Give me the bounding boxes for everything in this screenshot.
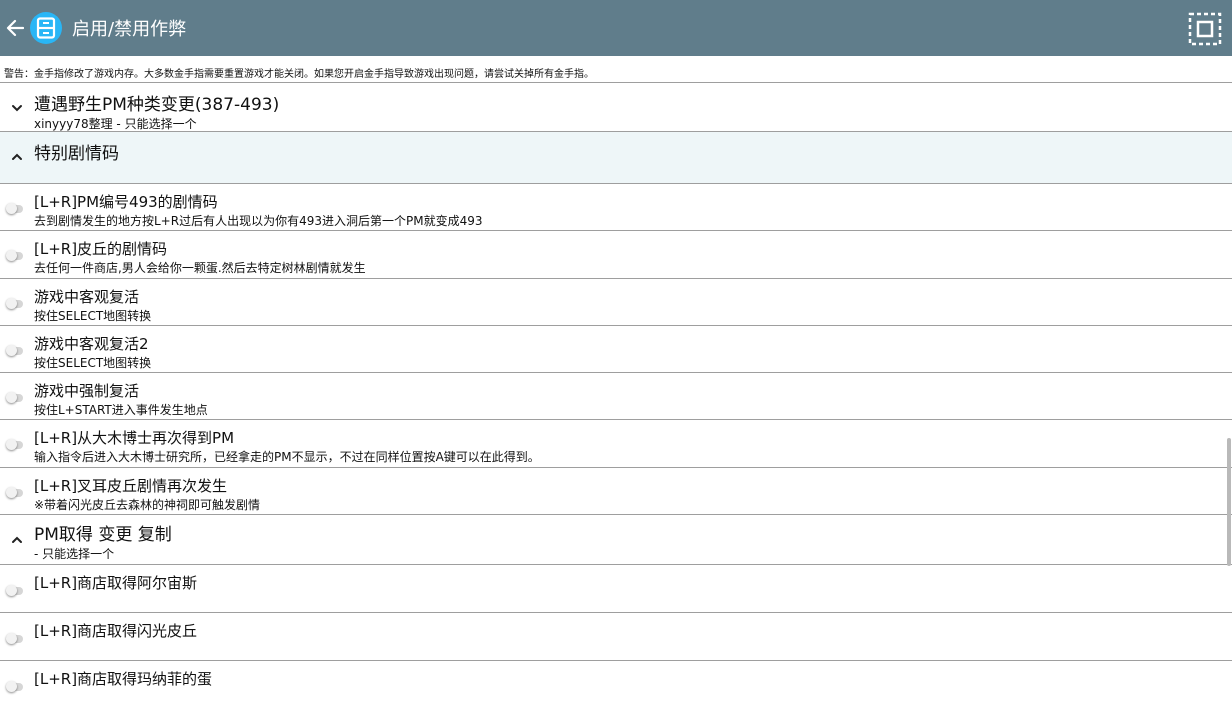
app-bar: 启用/禁用作弊 [0,0,1232,56]
group-title: 特别剧情码 [34,144,119,164]
group-subtitle: xinyyy78整理 - 只能选择一个 [34,117,197,131]
cheat-title: [L+R]商店取得玛纳菲的蛋 [34,670,213,688]
cheat-item[interactable]: 游戏中客观复活2 按住SELECT地图转换 [0,326,1232,373]
cheat-item[interactable]: 游戏中强制复活 按住L+START进入事件发生地点 [0,373,1232,420]
cheat-item[interactable]: [L+R]从大木博士再次得到PM 输入指令后进入大木博士研究所，已经拿走的PM不… [0,420,1232,468]
cheat-description: 按住SELECT地图转换 [34,356,152,370]
cheat-item[interactable]: [L+R]叉耳皮丘剧情再次发生 ※带着闪光皮丘去森林的神祠即可触发剧情 [0,468,1232,515]
cheat-title: 游戏中客观复活 [34,288,140,306]
group-title: 遭遇野生PM种类变更(387-493) [34,95,280,115]
cheat-title: [L+R]叉耳皮丘剧情再次发生 [34,477,228,495]
cheat-toggle[interactable] [6,203,23,214]
group-title: PM取得 变更 复制 [34,525,172,545]
cheat-title: [L+R]皮丘的剧情码 [34,240,168,258]
cheat-toggle[interactable] [6,250,23,261]
chevron-down-icon [12,105,22,112]
group-subtitle: - 只能选择一个 [34,547,115,561]
cheat-description: 输入指令后进入大木博士研究所，已经拿走的PM不显示，不过在同样位置按A键可以在此… [34,450,540,464]
cheat-toggle[interactable] [6,585,23,596]
cheat-description: 去到剧情发生的地方按L+R过后有人出现以为你有493进入洞后第一个PM就变成49… [34,214,483,228]
cheat-item[interactable]: [L+R]商店取得闪光皮丘 [0,613,1232,661]
fullscreen-icon[interactable] [1188,12,1222,46]
scrollbar[interactable] [1227,438,1231,566]
cheat-title: [L+R]PM编号493的剧情码 [34,193,218,211]
arrow-left-icon[interactable] [2,0,28,56]
cheat-description: 去任何一件商店,男人会给你一颗蛋.然后去特定树林剧情就发生 [34,261,366,275]
cheat-toggle[interactable] [6,298,23,309]
page-title: 启用/禁用作弊 [72,19,187,40]
cheat-group-header[interactable]: 特别剧情码 [0,132,1232,184]
cheat-title: 游戏中强制复活 [34,382,140,400]
cheat-title: [L+R]商店取得阿尔宙斯 [34,574,198,592]
cheat-item[interactable]: [L+R]商店取得玛纳菲的蛋 [0,661,1232,709]
cheat-toggle[interactable] [6,439,23,450]
cheat-group-header[interactable]: PM取得 变更 复制 - 只能选择一个 [0,515,1232,565]
cheat-description: 按住SELECT地图转换 [34,309,152,323]
cheat-title: [L+R]商店取得闪光皮丘 [34,622,198,640]
cheat-title: 游戏中客观复活2 [34,335,149,353]
cheat-title: [L+R]从大木博士再次得到PM [34,429,235,447]
cheat-item[interactable]: [L+R]PM编号493的剧情码 去到剧情发生的地方按L+R过后有人出现以为你有… [0,184,1232,231]
cheat-toggle[interactable] [6,487,23,498]
cheat-toggle[interactable] [6,345,23,356]
cheat-item[interactable]: [L+R]皮丘的剧情码 去任何一件商店,男人会给你一颗蛋.然后去特定树林剧情就发… [0,231,1232,279]
cheat-group-header[interactable]: 遭遇野生PM种类变更(387-493) xinyyy78整理 - 只能选择一个 [0,83,1232,132]
save-file-icon [30,12,62,44]
cheat-toggle[interactable] [6,392,23,403]
cheat-item[interactable]: 游戏中客观复活 按住SELECT地图转换 [0,279,1232,326]
cheat-toggle[interactable] [6,633,23,644]
cheat-toggle[interactable] [6,681,23,692]
cheat-description: 按住L+START进入事件发生地点 [34,403,208,417]
warning-text: 警告：金手指修改了游戏内存。大多数金手指需要重置游戏才能关闭。如果您开启金手指导… [0,56,1232,83]
chevron-up-icon [12,153,22,160]
cheat-list: 遭遇野生PM种类变更(387-493) xinyyy78整理 - 只能选择一个 … [0,83,1232,709]
cheat-item[interactable]: [L+R]商店取得阿尔宙斯 [0,565,1232,613]
chevron-up-icon [12,536,22,543]
cheat-description: ※带着闪光皮丘去森林的神祠即可触发剧情 [34,498,261,512]
